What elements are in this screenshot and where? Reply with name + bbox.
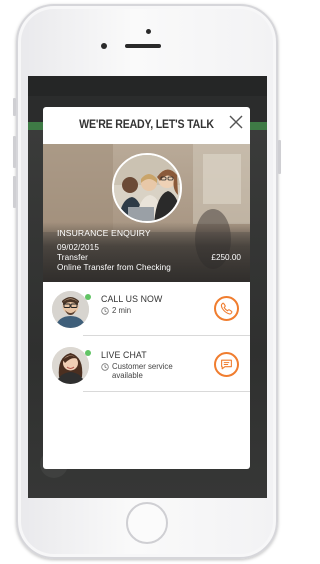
chat-availability-line-2: available [112, 371, 143, 380]
clock-icon [101, 307, 109, 315]
call-wait-text: 2 min [112, 306, 132, 315]
transaction-date: 09/02/2015 [57, 243, 99, 252]
live-chat-label: LIVE CHAT [101, 350, 147, 360]
transaction-type: Transfer [57, 253, 88, 262]
chat-availability-line-1: Customer service [112, 362, 173, 371]
call-us-row[interactable]: CALL US NOW 2 min [43, 282, 250, 336]
online-status-dot [85, 350, 91, 356]
live-chat-row[interactable]: LIVE CHAT Customer service available [43, 338, 250, 392]
home-button[interactable] [126, 502, 168, 544]
close-button[interactable] [228, 114, 244, 130]
avatar [52, 347, 89, 384]
female-agent-icon [52, 347, 89, 384]
clock-icon [101, 363, 109, 371]
male-agent-icon [52, 291, 89, 328]
volume-up-button [13, 136, 16, 168]
chat-button[interactable] [214, 352, 239, 377]
transaction-amount: £250.00 [211, 253, 241, 262]
transaction-description: Online Transfer from Checking [57, 263, 171, 272]
modal-header: WE'RE READY, LET'S TALK [43, 107, 250, 144]
phone-screen: WE'RE READY, LET'S TALK INSURANCE ENQUIR… [28, 76, 267, 498]
online-status-dot [85, 294, 91, 300]
call-wait-time: 2 min [101, 306, 131, 315]
front-camera [146, 29, 151, 34]
mute-switch [13, 98, 16, 116]
earpiece-speaker [125, 44, 161, 48]
background-status-bar [28, 76, 267, 96]
call-us-label: CALL US NOW [101, 294, 163, 304]
row-divider [83, 335, 250, 336]
team-photo-avatar [112, 153, 182, 223]
chat-bubble-icon [221, 359, 232, 370]
avatar [52, 291, 89, 328]
volume-down-button [13, 176, 16, 208]
chat-availability: Customer service available [101, 362, 173, 380]
modal-title: WE'RE READY, LET'S TALK [79, 119, 214, 131]
row-divider [83, 391, 250, 392]
transaction-title: INSURANCE ENQUIRY [57, 228, 151, 238]
power-button [278, 140, 281, 174]
call-button[interactable] [214, 296, 239, 321]
transaction-banner: INSURANCE ENQUIRY 09/02/2015 Transfer On… [43, 144, 250, 282]
proximity-sensor [101, 43, 107, 49]
phone-icon [220, 302, 233, 315]
contact-modal: WE'RE READY, LET'S TALK INSURANCE ENQUIR… [43, 107, 250, 469]
close-icon [229, 115, 243, 129]
